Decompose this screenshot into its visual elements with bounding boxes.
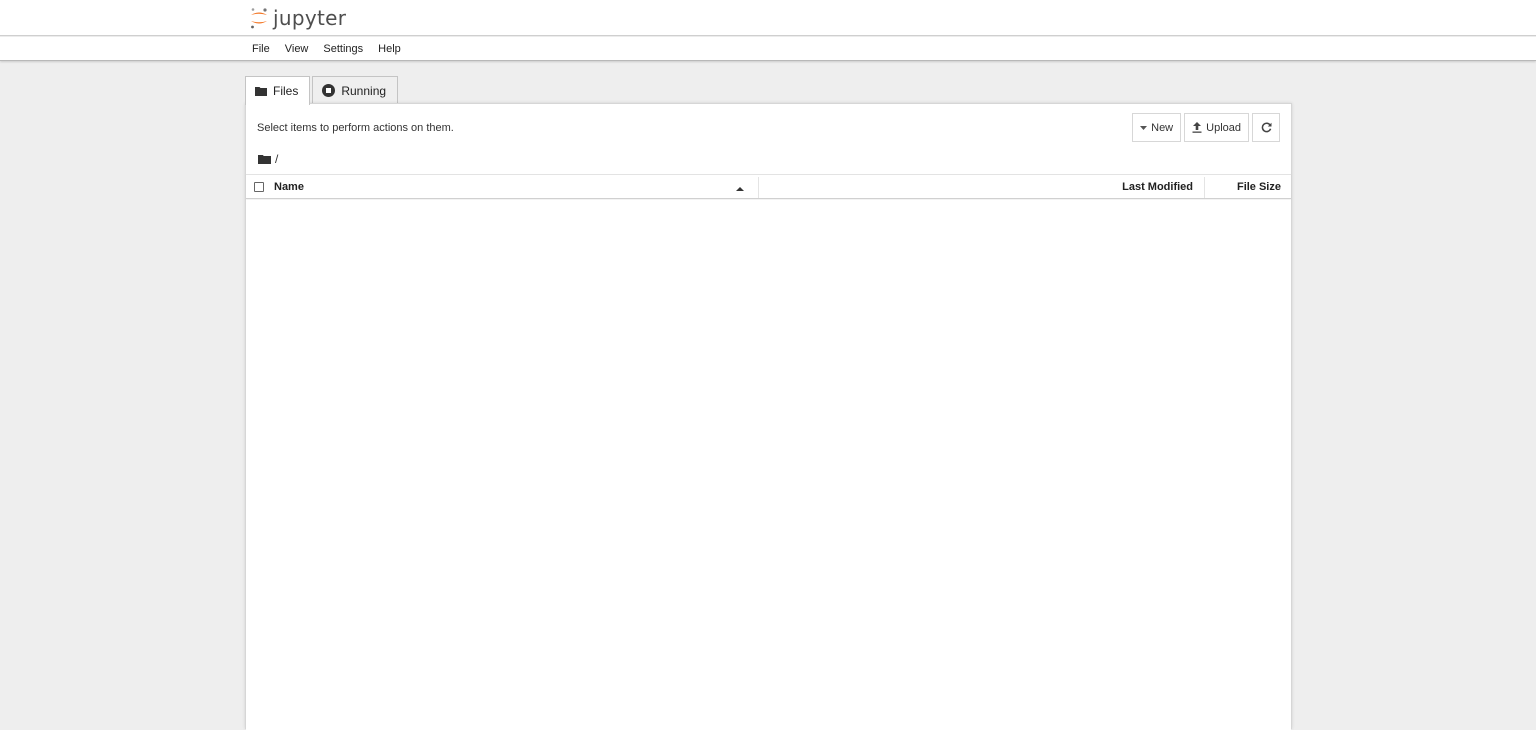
refresh-icon [1261, 122, 1272, 133]
column-file-size[interactable]: File Size [1237, 181, 1281, 193]
menu-items: File View Settings Help [252, 42, 416, 56]
top-header: jupyter [0, 0, 1536, 36]
caret-down-icon [1140, 125, 1148, 130]
column-last-modified[interactable]: Last Modified [1122, 181, 1193, 193]
upload-button[interactable]: Upload [1184, 113, 1249, 142]
column-divider [758, 177, 759, 198]
menu-help[interactable]: Help [378, 42, 408, 56]
upload-icon [1192, 122, 1202, 133]
breadcrumb-folder-icon[interactable] [258, 154, 271, 164]
toolbar: New Upload [1132, 113, 1280, 142]
menu-settings[interactable]: Settings [323, 42, 370, 56]
logo-text: jupyter [273, 6, 347, 30]
breadcrumb-path[interactable]: / [275, 152, 278, 166]
sort-ascending-icon[interactable] [735, 183, 745, 191]
jupyter-logo-icon [249, 7, 269, 29]
jupyter-logo[interactable]: jupyter [249, 5, 346, 31]
column-divider [1204, 177, 1205, 198]
folder-icon [255, 86, 267, 96]
tab-running[interactable]: Running [312, 76, 399, 104]
file-list-header: Name Last Modified File Size [246, 174, 1291, 199]
tab-bar: Files Running [245, 76, 399, 105]
file-list [246, 200, 1291, 730]
menu-file[interactable]: File [252, 42, 277, 56]
upload-button-label: Upload [1206, 121, 1241, 134]
new-button[interactable]: New [1132, 113, 1182, 142]
menu-view[interactable]: View [285, 42, 316, 56]
new-button-label: New [1151, 121, 1174, 134]
column-name[interactable]: Name [274, 181, 304, 193]
tab-files-label: Files [273, 84, 299, 98]
refresh-button[interactable] [1252, 113, 1280, 142]
tab-running-label: Running [341, 83, 387, 98]
select-all-checkbox[interactable] [254, 182, 264, 192]
selection-hint: Select items to perform actions on them. [257, 122, 454, 134]
file-browser-panel: Select items to perform actions on them.… [245, 103, 1292, 730]
menu-bar: File View Settings Help [0, 37, 1536, 61]
tab-files[interactable]: Files [245, 76, 311, 105]
stop-circle-icon [322, 84, 336, 97]
breadcrumb: / [258, 151, 278, 167]
